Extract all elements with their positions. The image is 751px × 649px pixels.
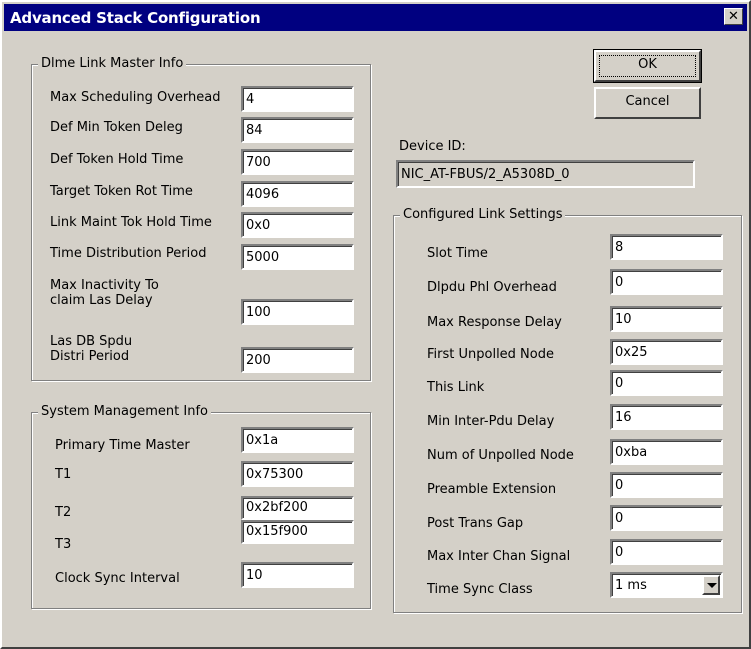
- max-inactivity-claim-las-delay-field[interactable]: 100: [241, 299, 354, 325]
- max-inter-chan-signal-field[interactable]: 0: [610, 539, 723, 565]
- max-response-delay-label: Max Response Delay: [427, 315, 562, 330]
- max-scheduling-overhead-field[interactable]: 4: [241, 86, 354, 112]
- t2-label: T2: [55, 505, 72, 520]
- post-trans-gap-label: Post Trans Gap: [427, 516, 524, 531]
- this-link-field[interactable]: 0: [610, 370, 723, 396]
- t2-field[interactable]: 0x2bf200: [241, 496, 354, 520]
- def-min-token-deleg-field[interactable]: 84: [241, 117, 354, 143]
- slot-time-label: Slot Time: [427, 246, 488, 261]
- def-token-hold-time-field[interactable]: 700: [241, 149, 354, 175]
- dialog-window: Advanced Stack Configuration ✕ Dlme Link…: [0, 0, 751, 649]
- time-sync-class-label: Time Sync Class: [427, 582, 533, 597]
- this-link-label: This Link: [427, 380, 485, 395]
- time-distribution-period-field[interactable]: 5000: [241, 244, 354, 270]
- time-sync-class-value: 1 ms: [615, 578, 647, 593]
- las-db-spdu-distri-period-field[interactable]: 200: [241, 347, 354, 373]
- clock-sync-interval-label: Clock Sync Interval: [55, 571, 180, 586]
- first-unpolled-node-label: First Unpolled Node: [427, 347, 554, 362]
- def-min-token-deleg-label: Def Min Token Deleg: [50, 120, 183, 135]
- dlpdu-phl-overhead-label: Dlpdu Phl Overhead: [427, 280, 557, 295]
- window-title: Advanced Stack Configuration: [10, 9, 261, 27]
- target-token-rot-time-label: Target Token Rot Time: [50, 184, 193, 199]
- chevron-down-icon[interactable]: [702, 575, 720, 595]
- las-db-spdu-label-line2: Distri Period: [50, 349, 130, 364]
- num-unpolled-node-field[interactable]: 0xba: [610, 439, 723, 465]
- num-unpolled-node-label: Num of Unpolled Node: [427, 448, 574, 463]
- title-bar: Advanced Stack Configuration ✕: [4, 4, 747, 31]
- clock-sync-interval-field[interactable]: 10: [241, 562, 354, 588]
- preamble-extension-field[interactable]: 0: [610, 472, 723, 498]
- dlme-group-legend: Dlme Link Master Info: [38, 56, 187, 71]
- las-db-spdu-label-line1: Las DB Spdu: [50, 334, 133, 349]
- min-inter-pdu-delay-label: Min Inter-Pdu Delay: [427, 414, 555, 429]
- link-maint-tok-hold-time-field[interactable]: 0x0: [241, 212, 354, 238]
- ok-focus-rect: [599, 55, 696, 77]
- t3-label: T3: [55, 537, 72, 552]
- def-token-hold-time-label: Def Token Hold Time: [50, 152, 184, 167]
- preamble-extension-label: Preamble Extension: [427, 482, 557, 497]
- cancel-button[interactable]: Cancel: [594, 87, 701, 119]
- max-inactivity-label-line2: claim Las Delay: [50, 293, 153, 308]
- dlpdu-phl-overhead-field[interactable]: 0: [610, 269, 723, 295]
- post-trans-gap-field[interactable]: 0: [610, 505, 723, 531]
- ok-button[interactable]: OK: [593, 49, 702, 83]
- first-unpolled-node-field[interactable]: 0x25: [610, 339, 723, 365]
- device-id-field: NIC_AT-FBUS/2_A5308D_0: [396, 160, 695, 188]
- target-token-rot-time-field[interactable]: 4096: [241, 181, 354, 207]
- link-maint-tok-hold-time-label: Link Maint Tok Hold Time: [50, 215, 212, 230]
- max-inactivity-label-line1: Max Inactivity To: [50, 278, 159, 293]
- device-id-label: Device ID:: [399, 139, 466, 154]
- time-sync-class-select[interactable]: 1 ms: [610, 572, 723, 598]
- close-icon[interactable]: ✕: [724, 8, 743, 25]
- t1-label: T1: [55, 467, 72, 482]
- primary-time-master-field[interactable]: 0x1a: [241, 427, 354, 453]
- slot-time-field[interactable]: 8: [610, 234, 723, 260]
- t3-field[interactable]: 0x15f900: [241, 520, 354, 544]
- min-inter-pdu-delay-field[interactable]: 16: [610, 404, 723, 430]
- sysmgmt-group-legend: System Management Info: [38, 404, 211, 419]
- max-scheduling-overhead-label: Max Scheduling Overhead: [50, 90, 221, 105]
- t1-field[interactable]: 0x75300: [241, 461, 354, 487]
- time-distribution-period-label: Time Distribution Period: [50, 246, 207, 261]
- primary-time-master-label: Primary Time Master: [55, 438, 190, 453]
- link-group-legend: Configured Link Settings: [400, 207, 566, 222]
- max-inter-chan-signal-label: Max Inter Chan Signal: [427, 549, 571, 564]
- cancel-button-label: Cancel: [625, 94, 670, 109]
- max-response-delay-field[interactable]: 10: [610, 306, 723, 332]
